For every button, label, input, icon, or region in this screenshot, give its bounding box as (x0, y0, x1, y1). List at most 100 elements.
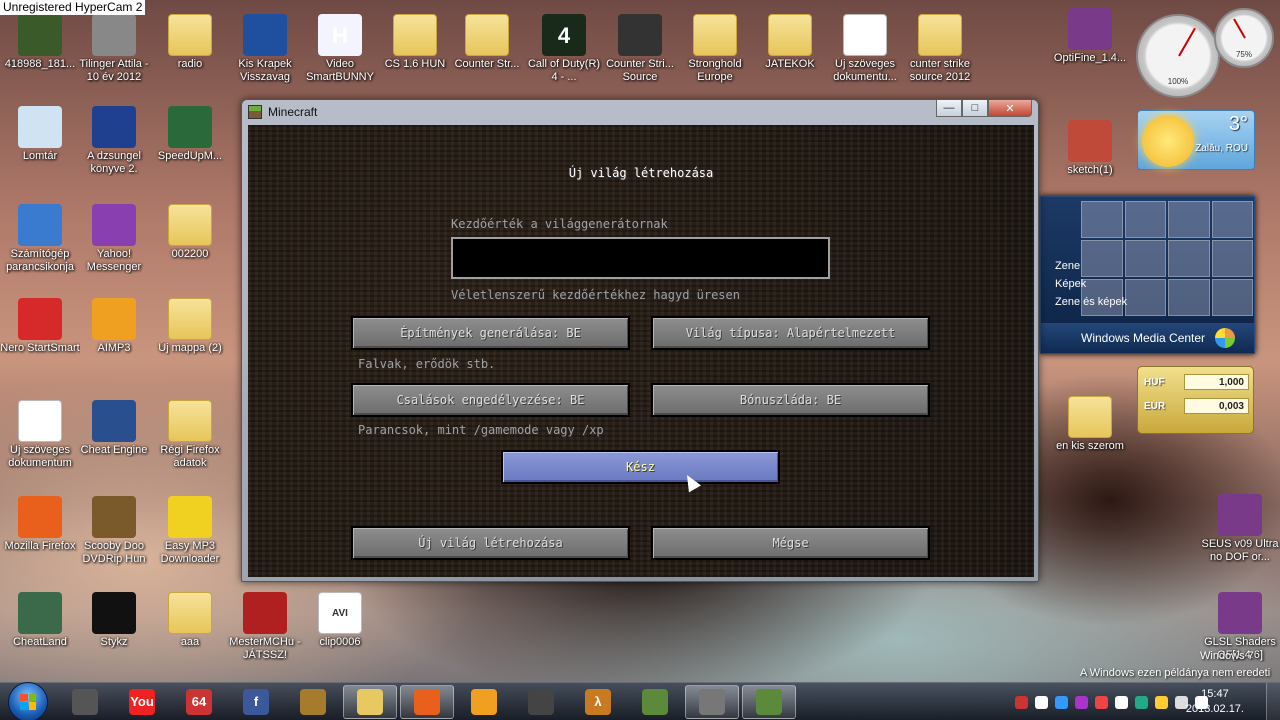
folder-icon (168, 204, 212, 246)
taskbar-button[interactable]: You (115, 685, 169, 719)
taskbar-button[interactable] (400, 684, 454, 719)
media-menu-music[interactable]: Zene (1055, 257, 1127, 275)
desktop-icon[interactable]: Új mappa (2) (150, 298, 230, 355)
desktop-icon-label: Új mappa (2) (158, 342, 222, 354)
desktop-icon[interactable]: Stykz (74, 592, 154, 649)
desktop-icon[interactable]: Új szöveges dokumentum (0, 400, 80, 470)
desktop-icon[interactable]: JATEKOK (750, 14, 830, 71)
generate-structures-button[interactable]: Építmények generálása: BE (351, 316, 630, 350)
desktop-icon[interactable]: Nero StartSmart (0, 298, 80, 355)
tray-icon[interactable] (1115, 695, 1128, 709)
desktop-icon[interactable]: Új szöveges dokumentu... (825, 14, 905, 84)
currency-code-eur[interactable]: EUR (1144, 401, 1184, 412)
desktop-icon[interactable]: aaa (150, 592, 230, 649)
desktop-icon[interactable]: AIMP3 (74, 298, 154, 355)
taskbar-button[interactable]: λ (571, 685, 625, 719)
desktop-icon[interactable]: cunter strike source 2012 (900, 14, 980, 84)
desktop-icon[interactable]: en kis szerom (1050, 396, 1130, 453)
desktop-icon[interactable]: Tilinger Attila - 10 év 2012 (74, 14, 154, 84)
cancel-button[interactable]: Mégse (651, 526, 930, 560)
currency-code-huf[interactable]: HUF (1144, 377, 1184, 388)
desktop-icon[interactable]: Régi Firefox adatok (150, 400, 230, 470)
close-button[interactable]: ✕ (988, 100, 1032, 117)
minimize-button[interactable]: — (936, 100, 962, 117)
cpu-meter-gadget[interactable]: 100% 75% (1136, 8, 1276, 98)
desktop-icon[interactable]: CS 1.6 HUN (375, 14, 455, 71)
desktop-icon[interactable]: MesterMCHu - JÁTSSZ! (225, 592, 305, 662)
tray-icon[interactable] (1155, 695, 1168, 709)
taskbar-game-icon (300, 688, 326, 715)
folder-icon (168, 400, 212, 442)
desktop-icon[interactable]: Számítógép parancsikonja (0, 204, 80, 274)
desktop-icon[interactable]: Stronghold Europe (675, 14, 755, 84)
window-titlebar[interactable]: Minecraft (242, 100, 1038, 124)
desktop-icon[interactable]: CheatLand (0, 592, 80, 649)
desktop-icon[interactable]: 002200 (150, 204, 230, 261)
currency-value-eur[interactable]: 0,003 (1184, 398, 1249, 414)
allow-cheats-button[interactable]: Csalások engedélyezése: BE (351, 383, 630, 417)
media-menu-music-and-pictures[interactable]: Zene és képek (1055, 293, 1127, 311)
desktop-icon[interactable]: radio (150, 14, 230, 71)
desktop-icon[interactable]: OptiFine_1.4... (1050, 8, 1130, 65)
tray-icon[interactable] (1035, 695, 1048, 709)
video-icon (92, 496, 136, 538)
currency-gadget[interactable]: HUF 1,000 EUR 0,003 (1137, 366, 1254, 434)
media-menu-pictures[interactable]: Képek (1055, 275, 1127, 293)
taskbar-button[interactable]: 64 (172, 685, 226, 719)
taskbar-button[interactable] (514, 685, 568, 719)
taskbar-button[interactable] (343, 684, 397, 719)
media-center-gadget[interactable]: Zene Képek Zene és képek Windows Media C… (1040, 196, 1255, 354)
winrar-icon (1218, 592, 1262, 634)
done-button[interactable]: Kész (501, 450, 780, 484)
taskbar-aimp-icon (471, 688, 497, 715)
desktop-icon[interactable]: Counter Stri... Source (600, 14, 680, 84)
tray-icon[interactable] (1015, 695, 1028, 709)
tray-icon[interactable] (1075, 695, 1088, 709)
taskbar-button[interactable] (457, 685, 511, 719)
tray-icon[interactable] (1135, 695, 1148, 709)
maximize-button[interactable]: □ (962, 100, 988, 117)
taskbar-button[interactable] (685, 684, 739, 719)
seed-label: Kezdőérték a világgenerátornak (451, 217, 668, 231)
tray-icon[interactable] (1095, 695, 1108, 709)
minecraft-window[interactable]: Minecraft — □ ✕ Új világ létrehozása Kez… (241, 99, 1039, 582)
counter-strike-source-icon (618, 14, 662, 56)
desktop-icon[interactable]: 418988_181... (0, 14, 80, 71)
desktop-icon[interactable]: Counter Str... (447, 14, 527, 71)
taskbar-button[interactable] (286, 685, 340, 719)
taskbar-button[interactable] (628, 685, 682, 719)
folder-icon (693, 14, 737, 56)
seed-input[interactable] (451, 237, 830, 279)
currency-value-huf[interactable]: 1,000 (1184, 374, 1249, 390)
desktop-icon[interactable]: Mozilla Firefox (0, 496, 80, 553)
desktop-icon[interactable]: SpeedUpM... (150, 106, 230, 163)
desktop-icon[interactable]: A dzsungel könyve 2. (74, 106, 154, 176)
music-icon (92, 14, 136, 56)
desktop-icon[interactable]: Kis Krapek Visszavag (225, 14, 305, 84)
show-desktop-button[interactable] (1266, 683, 1280, 720)
weather-gadget[interactable]: 3° Zalău, ROU (1137, 110, 1255, 170)
desktop-icon[interactable]: Cheat Engine (74, 400, 154, 457)
windows-build-watermark: Windows 7 (1200, 650, 1254, 662)
desktop-icon[interactable]: H Video SmartBUNNY (300, 14, 380, 84)
desktop-icon[interactable]: SEUS v09 Ultra no DOF or... (1200, 494, 1280, 564)
desktop-icon[interactable]: AVI clip0006 (300, 592, 380, 649)
desktop-icon[interactable]: sketch(1) (1050, 120, 1130, 177)
desktop-icon[interactable]: Yahoo! Messenger (74, 204, 154, 274)
taskbar-button[interactable] (58, 685, 112, 719)
bonus-chest-button[interactable]: Bónuszláda: BE (651, 383, 930, 417)
desktop-icon[interactable]: Scooby Doo DVDRip Hun (74, 496, 154, 566)
desktop-icon[interactable]: Lomtár (0, 106, 80, 163)
taskbar-youtube-icon: You (129, 688, 155, 715)
taskbar-button[interactable]: f (229, 685, 283, 719)
weather-city: Zalău, ROU (1195, 143, 1248, 154)
clock[interactable]: 15:47 2013.02.17. (1186, 687, 1244, 717)
desktop-icon[interactable]: 4 Call of Duty(R) 4 - ... (524, 14, 604, 84)
desktop-icon-label: Call of Duty(R) 4 - ... (527, 58, 601, 83)
world-type-button[interactable]: Világ típusa: Alapértelmezett (651, 316, 930, 350)
tray-icon[interactable] (1055, 695, 1068, 709)
create-new-world-button[interactable]: Új világ létrehozása (351, 526, 630, 560)
taskbar-button[interactable] (742, 684, 796, 719)
start-button[interactable] (8, 681, 48, 720)
desktop-icon[interactable]: Easy MP3 Downloader (150, 496, 230, 566)
